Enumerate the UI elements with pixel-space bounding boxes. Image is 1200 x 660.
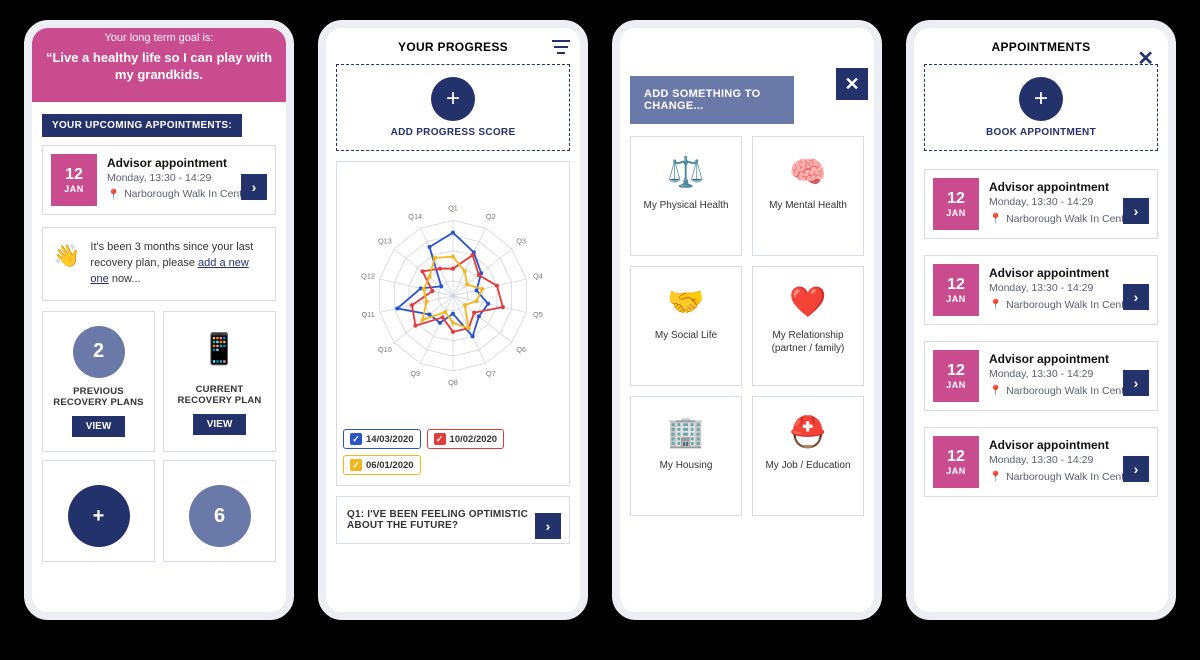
phone-hand-icon: 📱 [170, 324, 269, 376]
screen-appointments: ✕ APPOINTMENTS + BOOK APPOINTMENT 12JAN A… [906, 20, 1176, 620]
category-card[interactable]: ❤️ My Relationship (partner / family) [752, 266, 864, 386]
svg-text:Q8: Q8 [448, 378, 458, 387]
category-label: My Physical Health [643, 199, 728, 212]
chevron-right-icon[interactable]: › [1123, 198, 1149, 224]
svg-text:Q4: Q4 [533, 271, 543, 280]
filter-icon[interactable] [552, 40, 570, 54]
category-label: My Mental Health [769, 199, 847, 212]
plus-icon: + [431, 77, 475, 121]
appt-title: Advisor appointment [989, 438, 1149, 452]
category-icon: ⚖️ [667, 151, 704, 193]
count-card[interactable]: 6 [163, 460, 276, 562]
svg-text:Q5: Q5 [533, 310, 543, 319]
progress-title: YOUR PROGRESS [354, 40, 552, 54]
add-change-banner: ADD SOMETHING TO CHANGE... [630, 76, 794, 124]
recovery-note: 👋 It's been 3 months since your last rec… [42, 227, 276, 301]
question-row[interactable]: Q1: I'VE BEEN FEELING OPTIMISTIC ABOUT T… [336, 496, 570, 544]
appointment-card[interactable]: 12JANAdvisor appointmentMonday, 13:30 - … [924, 255, 1158, 325]
category-card[interactable]: ⛑️ My Job / Education [752, 396, 864, 516]
appointments-title: APPOINTMENTS [942, 40, 1140, 54]
svg-text:Q3: Q3 [516, 236, 526, 245]
category-card[interactable]: ⚖️ My Physical Health [630, 136, 742, 256]
goal-quote: “Live a healthy life so I can play with … [44, 50, 274, 84]
category-card[interactable]: 🤝 My Social Life [630, 266, 742, 386]
category-icon: 🤝 [667, 281, 704, 323]
chevron-right-icon[interactable]: › [1123, 284, 1149, 310]
appointment-card[interactable]: 12JANAdvisor appointmentMonday, 13:30 - … [924, 341, 1158, 411]
view-prev-button[interactable]: VIEW [72, 416, 126, 437]
appt-date: 12JAN [933, 436, 979, 488]
date-chip[interactable]: ✓10/02/2020 [427, 429, 505, 449]
count-six: 6 [189, 485, 251, 547]
svg-text:Q2: Q2 [486, 212, 496, 221]
appointment-card[interactable]: 12JANAdvisor appointmentMonday, 13:30 - … [924, 427, 1158, 497]
category-icon: ⛑️ [789, 411, 826, 453]
category-label: My Housing [660, 459, 713, 472]
chevron-right-icon[interactable]: › [1123, 370, 1149, 396]
upcoming-appts-label: YOUR UPCOMING APPOINTMENTS: [42, 114, 242, 137]
screen-dashboard: Your long term goal is: “Live a healthy … [24, 20, 294, 620]
prev-plans-card[interactable]: 2 PREVIOUS RECOVERY PLANS VIEW [42, 311, 155, 453]
date-chip[interactable]: ✓14/03/2020 [343, 429, 421, 449]
wave-icon: 👋 [53, 240, 80, 288]
add-card[interactable]: + [42, 460, 155, 562]
goal-lead: Your long term goal is: [44, 32, 274, 44]
current-plan-card[interactable]: 📱 CURRENT RECOVERY PLAN VIEW [163, 311, 276, 453]
category-label: My Relationship (partner / family) [761, 329, 855, 355]
category-card[interactable]: 🧠 My Mental Health [752, 136, 864, 256]
check-icon: ✓ [350, 433, 362, 445]
appt-date: 12JAN [933, 350, 979, 402]
pin-icon: 📍 [989, 384, 1002, 397]
category-icon: ❤️ [789, 281, 826, 323]
chevron-right-icon[interactable]: › [535, 513, 561, 539]
appt-title: Advisor appointment [989, 352, 1149, 366]
radar-chart: Q1 Q2 Q3 Q4 Q5 Q6 Q7 Q8 Q9 Q10 Q11 Q12 Q13 Q14 ✓14/03… [336, 161, 570, 486]
appointment-card[interactable]: 12 JAN Advisor appointment Monday, 13:30… [42, 145, 276, 215]
svg-text:Q13: Q13 [378, 236, 392, 245]
appt-title: Advisor appointment [107, 156, 267, 170]
category-card[interactable]: 🏢 My Housing [630, 396, 742, 516]
close-button[interactable]: ✕ [1137, 46, 1154, 71]
category-icon: 🧠 [789, 151, 826, 193]
pin-icon: 📍 [107, 188, 120, 201]
appt-title: Advisor appointment [989, 266, 1149, 280]
pin-icon: 📍 [989, 212, 1002, 225]
close-button[interactable]: ✕ [836, 68, 868, 100]
svg-text:Q1: Q1 [448, 204, 458, 213]
pin-icon: 📍 [989, 470, 1002, 483]
category-icon: 🏢 [667, 411, 704, 453]
appt-date: 12 JAN [51, 154, 97, 206]
svg-text:Q6: Q6 [516, 345, 526, 354]
svg-text:Q12: Q12 [361, 271, 375, 280]
plus-icon: + [1019, 77, 1063, 121]
svg-text:Q11: Q11 [361, 310, 374, 319]
svg-text:Q14: Q14 [408, 212, 422, 221]
check-icon: ✓ [350, 459, 362, 471]
svg-text:Q10: Q10 [378, 345, 392, 354]
check-icon: ✓ [434, 433, 446, 445]
category-label: My Social Life [655, 329, 717, 342]
svg-text:Q7: Q7 [486, 369, 496, 378]
chevron-right-icon[interactable]: › [241, 174, 267, 200]
appt-title: Advisor appointment [989, 180, 1149, 194]
book-appointment-button[interactable]: + BOOK APPOINTMENT [924, 64, 1158, 151]
goal-banner: Your long term goal is: “Live a healthy … [32, 28, 286, 102]
svg-text:Q9: Q9 [410, 369, 420, 378]
screen-categories: ✕ ADD SOMETHING TO CHANGE... ⚖️ My Physic… [612, 20, 882, 620]
plus-icon: + [68, 485, 130, 547]
appointment-card[interactable]: 12JANAdvisor appointmentMonday, 13:30 - … [924, 169, 1158, 239]
screen-progress: YOUR PROGRESS + ADD PROGRESS SCORE Q1Q2Q… [318, 20, 588, 620]
chevron-right-icon[interactable]: › [1123, 456, 1149, 482]
pin-icon: 📍 [989, 298, 1002, 311]
view-current-button[interactable]: VIEW [193, 414, 247, 435]
category-label: My Job / Education [765, 459, 850, 472]
prev-count: 2 [73, 326, 125, 378]
date-chip[interactable]: ✓06/01/2020 [343, 455, 421, 475]
appt-date: 12JAN [933, 264, 979, 316]
add-progress-button[interactable]: + ADD PROGRESS SCORE [336, 64, 570, 151]
appt-date: 12JAN [933, 178, 979, 230]
